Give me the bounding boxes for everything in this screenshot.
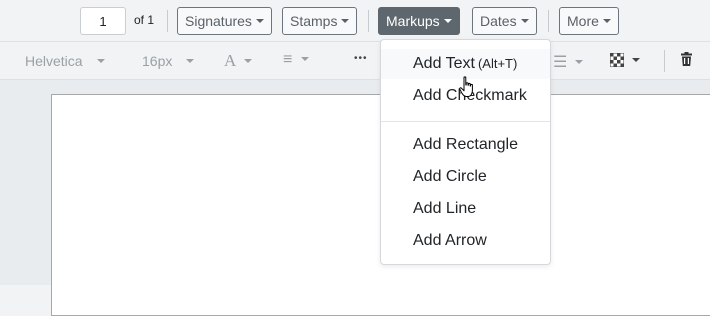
hand-pointer-cursor-icon	[459, 76, 477, 103]
menu-item-label: Add Line	[413, 200, 477, 217]
page-number-input[interactable]	[80, 7, 126, 35]
more-options-button[interactable]: •••	[354, 53, 368, 64]
signatures-dropdown-button[interactable]: Signatures	[177, 7, 272, 35]
menu-item-add-circle[interactable]: Add Circle	[381, 162, 550, 192]
chevron-down-icon	[96, 59, 105, 63]
menu-item-add-arrow[interactable]: Add Arrow	[381, 226, 550, 256]
font-family-value: Helvetica	[25, 53, 83, 69]
chevron-down-icon	[443, 19, 452, 23]
main-toolbar: of 1 Signatures Stamps Markups Dates Mor…	[0, 0, 710, 42]
fill-pattern-button[interactable]	[609, 52, 640, 70]
chevron-down-icon	[632, 58, 640, 62]
chevron-down-icon	[520, 19, 529, 23]
menu-item-add-text[interactable]: Add Text (Alt+T)	[381, 49, 550, 79]
toolbar-divider	[167, 10, 168, 32]
dates-dropdown-button[interactable]: Dates	[472, 7, 537, 35]
align-left-icon: ≡	[283, 51, 293, 68]
stamps-label: Stamps	[290, 13, 338, 29]
more-dropdown-button[interactable]: More	[559, 7, 619, 35]
trash-icon	[681, 52, 692, 69]
menu-item-label: Add Rectangle	[413, 136, 518, 153]
page-count-label: of 1	[134, 13, 155, 27]
menu-divider	[381, 121, 550, 122]
line-style-icon: ☰	[553, 54, 568, 71]
line-style-button[interactable]: ☰	[553, 52, 584, 72]
menu-item-label: Add Circle	[413, 168, 487, 185]
delete-button[interactable]	[681, 52, 692, 69]
font-size-select[interactable]: 16px	[142, 53, 195, 69]
chevron-down-icon	[186, 59, 195, 63]
menu-item-label: Add Text	[413, 55, 475, 72]
format-toolbar: Helvetica 16px A ≡ ••• ☰	[0, 42, 710, 80]
dates-label: Dates	[480, 13, 517, 29]
signatures-label: Signatures	[185, 13, 252, 29]
markups-dropdown-button[interactable]: Markups	[378, 7, 460, 35]
toolbar-divider	[368, 10, 369, 32]
font-family-select[interactable]: Helvetica	[25, 53, 105, 69]
chevron-down-icon	[341, 19, 350, 23]
fill-pattern-icon	[609, 52, 625, 70]
stamps-dropdown-button[interactable]: Stamps	[282, 7, 358, 35]
more-options-icon: •••	[354, 53, 368, 64]
text-align-button[interactable]: ≡	[283, 51, 310, 69]
chevron-down-icon	[244, 59, 253, 63]
toolbar-divider	[548, 10, 549, 32]
menu-item-add-rectangle[interactable]: Add Rectangle	[381, 130, 550, 160]
keyboard-shortcut: (Alt+T)	[477, 56, 518, 71]
chevron-down-icon	[301, 57, 310, 61]
text-color-icon: A	[224, 51, 237, 70]
text-color-button[interactable]: A	[224, 51, 253, 71]
font-size-value: 16px	[142, 53, 173, 69]
chevron-down-icon	[575, 60, 584, 64]
markups-label: Markups	[386, 13, 440, 29]
menu-item-label: Add Arrow	[413, 232, 487, 249]
markups-dropdown-menu: Add Text (Alt+T) Add Checkmark Add Rectan…	[380, 39, 551, 265]
chevron-down-icon	[602, 19, 611, 23]
chevron-down-icon	[255, 19, 264, 23]
menu-item-add-line[interactable]: Add Line	[381, 194, 550, 224]
more-label: More	[567, 13, 599, 29]
document-viewport[interactable]	[0, 80, 710, 316]
toolbar-divider	[664, 50, 665, 72]
